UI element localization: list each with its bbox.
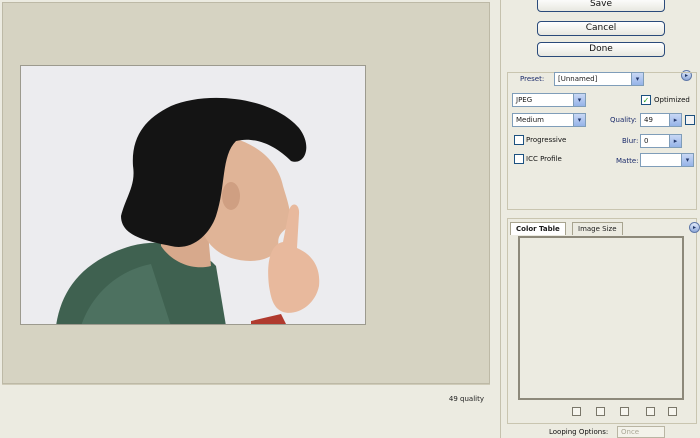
blur-label: Blur: [622, 137, 639, 145]
blur-slider-arrow-icon[interactable]: ▸ [669, 135, 681, 147]
status-bar: 49 quality [2, 384, 490, 416]
file-format-value: JPEG [516, 96, 533, 104]
blur-value: 0 [644, 137, 649, 145]
shift-web-palette-icon[interactable] [596, 407, 605, 416]
tab-image-size[interactable]: Image Size [572, 222, 623, 235]
quality-label: Quality: [610, 116, 637, 124]
menu-arrow-icon: ▸ [692, 224, 696, 231]
compression-quality-value: Medium [516, 116, 544, 124]
settings-panel: Save Cancel Done ▸ Preset: [Unnamed] ▾ J… [500, 0, 700, 438]
quality-mask-icon[interactable] [685, 115, 695, 125]
image-preview-area[interactable] [2, 2, 490, 384]
quality-input[interactable]: 49 ▸ [640, 113, 682, 127]
compression-quality-dropdown[interactable]: Medium ▾ [512, 113, 586, 127]
file-format-dropdown[interactable]: JPEG ▾ [512, 93, 586, 107]
new-color-icon[interactable] [646, 407, 655, 416]
matte-dropdown[interactable]: ▾ [640, 153, 694, 167]
preset-dropdown[interactable]: [Unnamed] ▾ [554, 72, 644, 86]
chevron-down-icon: ▾ [573, 114, 585, 126]
preset-value: [Unnamed] [558, 75, 598, 83]
tab-color-table[interactable]: Color Table [510, 222, 566, 235]
chevron-down-icon: ▾ [631, 73, 643, 85]
color-table-menu-button[interactable]: ▸ [689, 222, 700, 233]
optimization-settings: Preset: [Unnamed] ▾ JPEG ▾ ✓ Optimized M… [507, 72, 697, 210]
color-table-swatches[interactable] [518, 236, 684, 400]
preset-label: Preset: [520, 75, 545, 83]
lock-color-icon[interactable] [620, 407, 629, 416]
progressive-checkbox[interactable] [514, 135, 524, 145]
save-button[interactable]: Save [537, 0, 665, 12]
chevron-down-icon: ▾ [681, 154, 693, 166]
icc-profile-checkbox[interactable] [514, 154, 524, 164]
matte-label: Matte: [616, 157, 639, 165]
cancel-button[interactable]: Cancel [537, 21, 665, 36]
photo-of-man-shushing [21, 66, 365, 324]
trash-icon[interactable] [668, 407, 677, 416]
preview-pane: 49 quality [0, 0, 500, 438]
tab-group: Color Table Image Size ▸ [507, 218, 700, 424]
optimized-label: Optimized [654, 96, 690, 104]
done-button[interactable]: Done [537, 42, 665, 57]
preview-image [20, 65, 366, 325]
looping-options-dropdown[interactable]: Once [617, 426, 665, 438]
chevron-down-icon: ▾ [573, 94, 585, 106]
icc-profile-label: ICC Profile [526, 155, 562, 163]
progressive-label: Progressive [526, 136, 567, 144]
quality-slider-arrow-icon[interactable]: ▸ [669, 114, 681, 126]
map-color-icon[interactable] [572, 407, 581, 416]
checkmark-icon: ✓ [642, 96, 650, 105]
quality-readout: 49 quality [448, 395, 484, 403]
quality-value: 49 [644, 116, 653, 124]
blur-input[interactable]: 0 ▸ [640, 134, 682, 148]
optimized-checkbox[interactable]: ✓ [641, 95, 651, 105]
looping-options-label: Looping Options: [549, 428, 609, 436]
bottom-strip [0, 416, 500, 438]
